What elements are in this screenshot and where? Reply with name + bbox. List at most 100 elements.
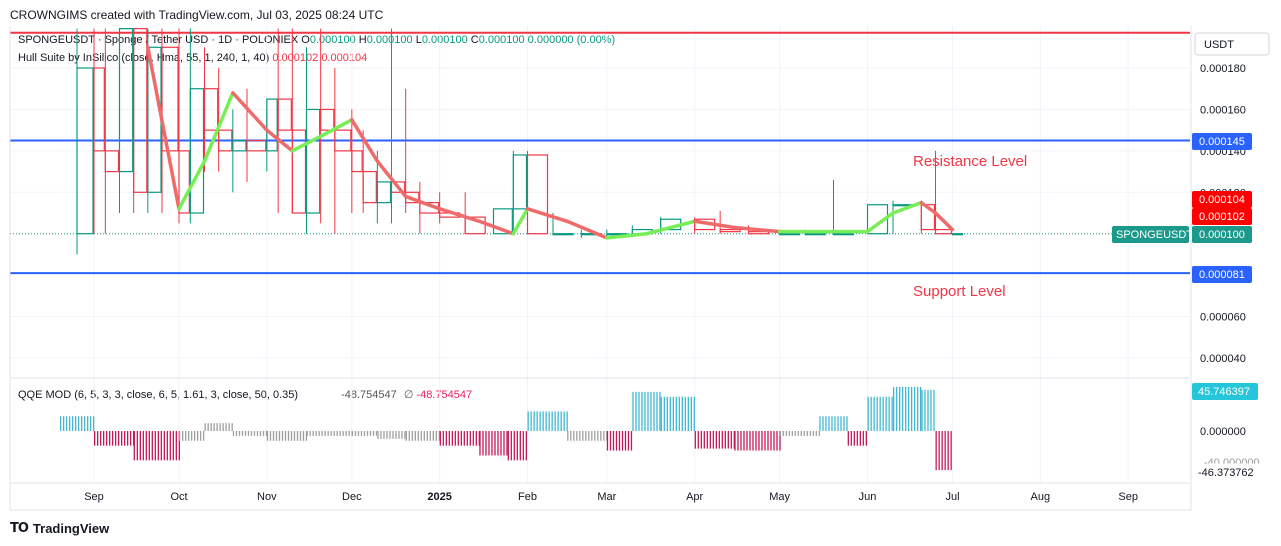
qqe-bar <box>905 386 907 431</box>
qqe-bar <box>377 431 379 439</box>
qqe-bar <box>659 391 661 431</box>
qqe-bar <box>60 416 62 431</box>
qqe-bar <box>566 411 568 431</box>
price-tick-label: 0.000060 <box>1200 312 1246 324</box>
qqe-bar <box>797 431 799 436</box>
qqe-bar <box>527 411 529 431</box>
qqe-bar <box>133 431 135 461</box>
qqe-bar <box>506 431 508 456</box>
qqe-bar <box>145 431 147 461</box>
qqe-histogram <box>60 386 952 471</box>
qqe-bar <box>862 431 864 446</box>
hull-segment <box>933 211 955 232</box>
time-tick-label: Jul <box>945 491 959 503</box>
qqe-bar <box>463 431 465 446</box>
qqe-bar <box>194 431 196 441</box>
qqe-bar <box>100 431 102 446</box>
qqe-top-tag-text: 45.746397 <box>1198 386 1250 398</box>
qqe-bar <box>306 431 308 436</box>
qqe-bar <box>806 431 808 436</box>
time-tick-label: Aug <box>1031 491 1051 503</box>
qqe-bar <box>321 431 323 436</box>
qqe-bar <box>315 431 317 436</box>
qqe-bar <box>354 431 357 436</box>
qqe-bar <box>941 431 943 471</box>
qqe-bar <box>779 431 781 436</box>
qqe-bar <box>724 431 726 449</box>
tradingview-footer[interactable]: 𝗧𝗢 TradingView <box>10 520 109 536</box>
qqe-bar <box>591 431 593 441</box>
qqe-bar <box>902 386 904 431</box>
qqe-bar <box>213 423 215 431</box>
candle-body <box>266 98 278 152</box>
qqe-bar <box>846 416 848 431</box>
qqe-bar <box>893 386 895 431</box>
qqe-bar <box>351 431 354 436</box>
qqe-bar <box>914 386 916 431</box>
qqe-bar <box>420 431 422 441</box>
qqe-bar <box>773 431 775 451</box>
candle-body <box>719 228 741 233</box>
qqe-bar <box>94 431 96 446</box>
qqe-bar <box>93 416 95 431</box>
qqe-bar <box>573 431 575 441</box>
candle-body <box>832 233 855 236</box>
hull-segment <box>732 225 782 234</box>
qqe-bar <box>278 431 281 441</box>
qqe-bar <box>638 391 640 431</box>
qqe-bar <box>175 431 177 461</box>
qqe-bar <box>309 431 311 436</box>
candle-body <box>779 233 801 236</box>
qqe-bar <box>479 431 481 456</box>
qqe-bar <box>776 431 778 451</box>
qqe-bar <box>398 431 400 439</box>
qqe-bar <box>920 386 922 431</box>
qqe-bar <box>650 391 652 431</box>
qqe-bar <box>299 431 302 441</box>
qqe-bar <box>644 391 646 431</box>
qqe-bar <box>703 431 705 449</box>
qqe-bar <box>653 391 655 431</box>
qqe-bar <box>834 416 836 431</box>
qqe-bar <box>392 431 394 439</box>
qqe-bar <box>345 431 347 436</box>
qqe-bar <box>197 431 199 441</box>
qqe-bar <box>803 431 805 436</box>
time-axis[interactable]: Sep Oct Nov Dec 2025 Feb Mar Apr May Jun Jul Aug Sep <box>84 491 1138 503</box>
candle-body <box>104 150 120 173</box>
qqe-bar <box>179 431 181 441</box>
qqe-bar <box>472 431 474 446</box>
qqe-bar <box>597 431 599 441</box>
tradingview-brand: TradingView <box>32 520 110 536</box>
qqe-bar <box>908 386 910 431</box>
qqe-bar <box>250 431 253 436</box>
qqe-bar <box>342 431 344 436</box>
qqe-bar <box>678 396 680 431</box>
hull-segment <box>865 211 895 234</box>
candle-body <box>277 98 292 131</box>
qqe-bar <box>466 431 468 446</box>
qqe-bar <box>380 431 382 439</box>
qqe-bar <box>494 431 496 456</box>
qqe-bar <box>876 396 878 431</box>
chart-canvas[interactable]: Resistance Level Support Level 0.000180 0… <box>0 0 1281 546</box>
qqe-bar <box>475 431 477 446</box>
qqe-bar <box>718 431 720 449</box>
qqe-bar <box>746 431 748 451</box>
qqe-bar <box>460 431 462 446</box>
candle-body <box>934 228 953 235</box>
qqe-bar <box>947 431 949 471</box>
qqe-bar <box>767 431 769 451</box>
qqe-bar <box>482 431 484 456</box>
qqe-bar <box>191 431 193 441</box>
qqe-bar <box>228 423 230 431</box>
qqe-bar <box>485 431 487 456</box>
qqe-bar <box>669 396 671 431</box>
qqe-bar <box>81 416 83 431</box>
grid-lines <box>10 26 1190 483</box>
symbol-tag-text: SPONGEUSDT <box>1116 229 1193 241</box>
qqe-bar <box>700 431 702 449</box>
hull-segment <box>177 159 207 211</box>
time-tick-label: Mar <box>597 491 616 503</box>
qqe-bar <box>853 431 855 446</box>
